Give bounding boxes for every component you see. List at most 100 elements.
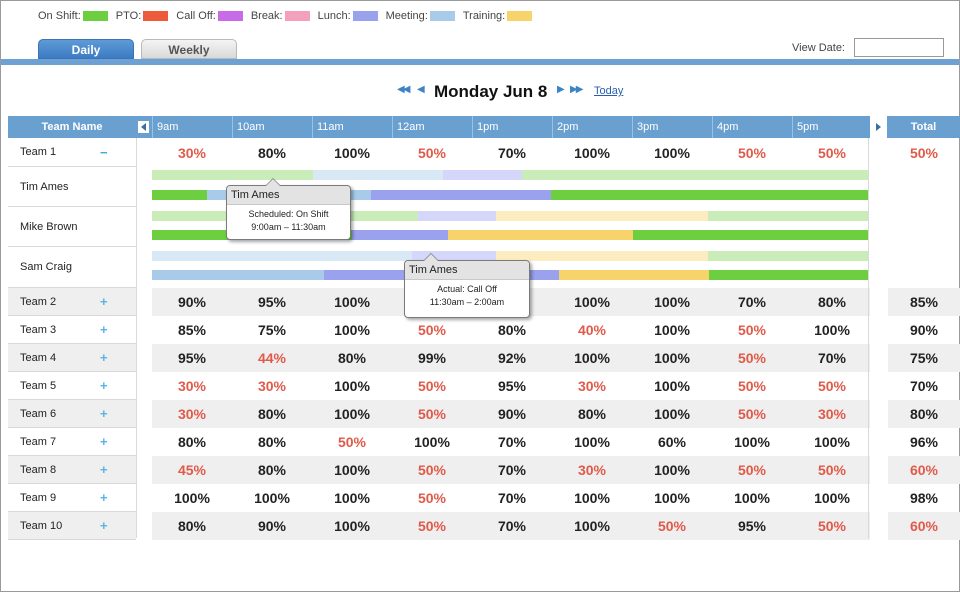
- team-total: 60%: [888, 512, 960, 540]
- hour-value: 50%: [817, 144, 847, 161]
- expand-icon[interactable]: +: [100, 406, 108, 421]
- legend-item: Training:: [462, 10, 533, 22]
- scroll-right-icon[interactable]: [873, 121, 884, 133]
- view-date-input[interactable]: [854, 38, 944, 57]
- scheduled-on-shift-bar[interactable]: [152, 170, 313, 180]
- scheduled-meeting-bar[interactable]: [313, 170, 443, 180]
- hour-value: 70%: [497, 490, 527, 506]
- actual-on-shift-bar[interactable]: [551, 190, 868, 200]
- hour-value: 100%: [654, 490, 690, 506]
- hour-values: 100% 100% 100% 50% 70% 100% 100% 100% 100%: [152, 484, 870, 512]
- last-page-icon[interactable]: ▶▶: [570, 84, 583, 95]
- legend-item: Meeting:: [386, 10, 455, 22]
- team-name: Team 10 +: [8, 512, 136, 540]
- hour-value: 100%: [334, 518, 370, 534]
- scheduled-lunch-bar[interactable]: [443, 170, 522, 180]
- today-link[interactable]: Today: [594, 85, 623, 97]
- scheduled-on-shift-bar[interactable]: [708, 251, 868, 261]
- actual-training-bar[interactable]: [448, 230, 633, 240]
- hour-value: 90%: [257, 518, 287, 534]
- tab-daily[interactable]: Daily: [38, 39, 134, 59]
- actual-on-shift-bar[interactable]: [709, 270, 868, 280]
- hour-value: 100%: [814, 322, 850, 338]
- actual-on-shift-bar[interactable]: [152, 190, 207, 200]
- hour-header: 4pm: [712, 116, 792, 138]
- team-row: Team 7 +80% 80% 50% 100% 70% 100% 60% 100% 100% 96…: [8, 428, 960, 456]
- expand-icon[interactable]: +: [100, 322, 108, 337]
- hour-value: 100%: [574, 518, 610, 534]
- expand-icon[interactable]: +: [100, 294, 108, 309]
- hour-value: 30%: [177, 378, 207, 394]
- hour-value: 95%: [737, 518, 767, 534]
- hour-values: 80% 90% 100% 50% 70% 100% 50% 95% 50%: [152, 512, 870, 540]
- scroll-left-icon[interactable]: [138, 121, 149, 133]
- team-row: Team 1 − 30% 80% 100% 50% 70% 100% 100% 50% 50% …: [8, 138, 960, 167]
- legend-label: On Shift:: [38, 10, 81, 22]
- expand-icon[interactable]: +: [100, 378, 108, 393]
- hour-value: 90%: [177, 294, 207, 310]
- tab-weekly[interactable]: Weekly: [141, 39, 237, 59]
- team-row: Team 4 +95% 44% 80% 99% 92% 100% 100% 50% 70% 75%: [8, 344, 960, 372]
- hour-value: 70%: [737, 294, 767, 310]
- scheduled-meeting-bar[interactable]: [152, 251, 412, 261]
- hour-values: 95% 44% 80% 99% 92% 100% 100% 50% 70%: [152, 344, 870, 372]
- first-page-icon[interactable]: ◀◀: [397, 84, 410, 95]
- hour-value: 100%: [654, 378, 690, 394]
- team-total: 85%: [888, 288, 960, 316]
- divider: [868, 138, 869, 538]
- actual-tooltip: Tim Ames Actual: Call Off 11:30am – 2:00…: [404, 253, 530, 318]
- legend-item: On Shift:: [38, 10, 108, 22]
- team-total: 75%: [888, 344, 960, 372]
- collapse-icon[interactable]: −: [100, 145, 108, 160]
- actual-lunch-bar[interactable]: [371, 190, 551, 200]
- legend-label: Meeting:: [385, 10, 428, 22]
- team-name: Team 5 +: [8, 372, 136, 400]
- member-name[interactable]: Sam Craig: [8, 247, 136, 288]
- hour-value: 70%: [817, 350, 847, 366]
- hour-header: 10am: [232, 116, 312, 138]
- member-name[interactable]: Mike Brown: [8, 207, 136, 247]
- actual-training-bar[interactable]: [559, 270, 709, 280]
- tooltip-status: Actual: Call Off: [437, 284, 497, 294]
- hour-value: 70%: [497, 434, 527, 450]
- hour-values: 30% 80% 100% 50% 70% 100% 100% 50% 50%: [152, 138, 870, 167]
- hour-value: 100%: [414, 434, 450, 450]
- expand-icon[interactable]: +: [100, 434, 108, 449]
- hour-header: 5pm: [792, 116, 872, 138]
- expand-icon[interactable]: +: [100, 518, 108, 533]
- scheduled-training-bar[interactable]: [496, 211, 708, 221]
- legend-label: Training:: [462, 10, 506, 22]
- hour-header: 12am: [392, 116, 472, 138]
- hour-value: 100%: [654, 144, 690, 161]
- legend-label: Lunch:: [317, 10, 351, 22]
- scheduled-on-shift-bar[interactable]: [522, 170, 868, 180]
- hour-value: 100%: [814, 490, 850, 506]
- member-name[interactable]: Tim Ames: [8, 167, 136, 207]
- actual-meeting-bar[interactable]: [152, 270, 324, 280]
- hour-value: 30%: [177, 406, 207, 422]
- hour-value: 50%: [417, 462, 447, 478]
- hour-value: 100%: [654, 350, 690, 366]
- next-day-icon[interactable]: ▶: [557, 84, 565, 95]
- expand-icon[interactable]: +: [100, 462, 108, 477]
- scheduled-on-shift-bar[interactable]: [708, 211, 868, 221]
- previous-day-icon[interactable]: ◀: [417, 84, 425, 95]
- hour-value: 80%: [337, 350, 367, 366]
- expand-icon[interactable]: +: [100, 350, 108, 365]
- actual-on-shift-bar[interactable]: [633, 230, 868, 240]
- hour-header: 1pm: [472, 116, 552, 138]
- hour-value: 100%: [574, 144, 610, 161]
- actual-lunch-bar[interactable]: [352, 230, 448, 240]
- tooltip-title: Tim Ames: [405, 261, 529, 280]
- hour-value: 80%: [497, 322, 527, 338]
- legend-label: Call Off:: [176, 10, 216, 22]
- hour-value: 100%: [654, 294, 690, 310]
- scheduled-lunch-bar[interactable]: [418, 211, 496, 221]
- legend-swatch: [284, 11, 310, 21]
- hour-value: 100%: [654, 462, 690, 478]
- team-name: Team 6 +: [8, 400, 136, 428]
- expand-icon[interactable]: +: [100, 490, 108, 505]
- hour-value: 100%: [334, 406, 370, 422]
- hour-value: 50%: [417, 378, 447, 394]
- hour-value: 90%: [497, 406, 527, 422]
